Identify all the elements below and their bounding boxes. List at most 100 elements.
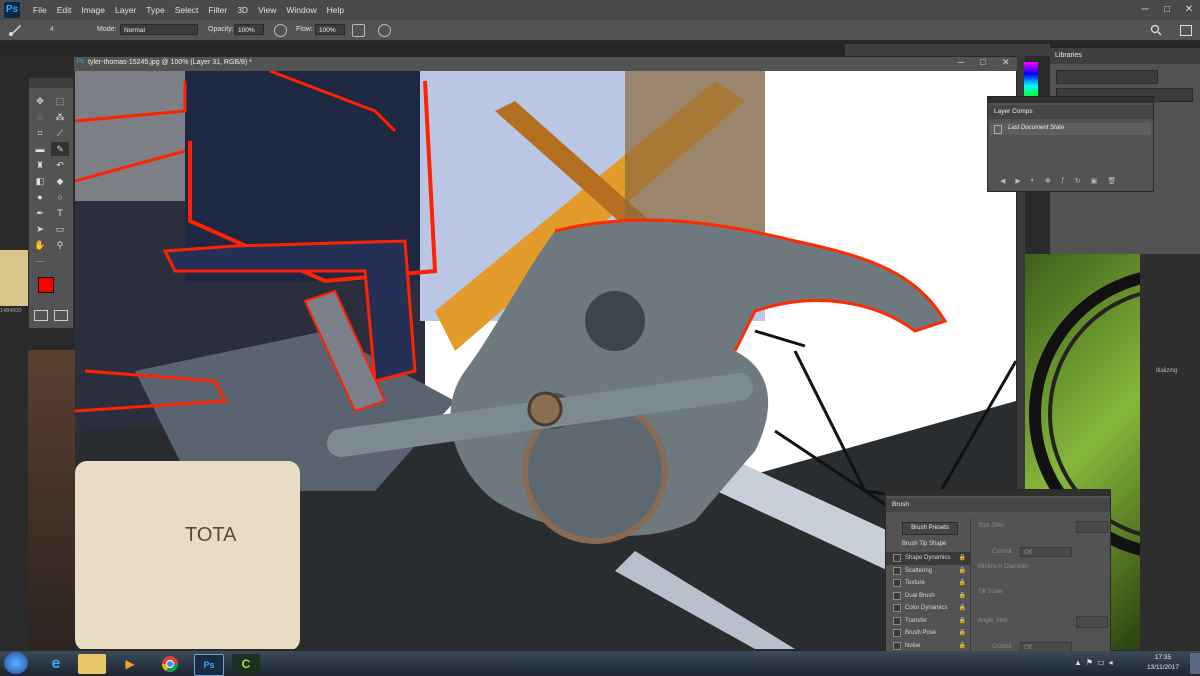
brush-presets-button[interactable]: Brush Presets xyxy=(902,522,958,535)
lock-icon[interactable]: 🔒 xyxy=(959,590,966,603)
quick-mask-icon[interactable] xyxy=(34,310,48,321)
lock-icon[interactable]: 🔒 xyxy=(959,577,966,590)
menu-select[interactable]: Select xyxy=(170,0,204,20)
opacity-input[interactable]: 100% xyxy=(234,24,264,35)
more-tools-icon[interactable]: ⋯ xyxy=(31,254,49,268)
checkbox-icon[interactable] xyxy=(893,566,901,575)
history-brush-icon[interactable]: ↶ xyxy=(51,158,69,172)
brush-option-dual-brush[interactable]: Dual Brush 🔒 xyxy=(886,590,970,603)
eyedropper-icon[interactable]: ⟋ xyxy=(51,126,69,140)
doc-close-button[interactable]: ✕ xyxy=(1002,57,1010,68)
shape-icon[interactable]: ▭ xyxy=(51,222,69,236)
menu-image[interactable]: Image xyxy=(76,0,110,20)
menu-3d[interactable]: 3D xyxy=(232,0,253,20)
visibility-comp-icon[interactable]: ◐ xyxy=(1031,177,1035,185)
menu-filter[interactable]: Filter xyxy=(203,0,232,20)
brush-option-scattering[interactable]: Scattering 🔒 xyxy=(886,565,970,578)
file-explorer-icon[interactable] xyxy=(78,654,106,674)
camtasia-icon[interactable]: C xyxy=(232,654,260,674)
brush-icon[interactable] xyxy=(8,23,22,37)
checkbox-icon[interactable] xyxy=(893,641,901,650)
control-select[interactable]: Off xyxy=(1020,547,1072,557)
new-comp-icon[interactable]: ▣ xyxy=(1091,177,1098,185)
healing-icon[interactable]: ▬ xyxy=(31,142,49,156)
checkbox-icon[interactable] xyxy=(893,591,901,600)
brush-size[interactable]: 4 xyxy=(50,20,53,40)
menu-window[interactable]: Window xyxy=(281,0,321,20)
appearance-comp-icon[interactable]: ƒ xyxy=(1061,177,1065,185)
zoom-icon[interactable]: ⚲ xyxy=(51,238,69,252)
checkbox-icon[interactable] xyxy=(893,616,901,625)
pressure-opacity-icon[interactable] xyxy=(274,24,287,37)
size-jitter-input[interactable] xyxy=(1076,521,1108,533)
menu-layer[interactable]: Layer xyxy=(110,0,141,20)
clone-stamp-icon[interactable]: ♜ xyxy=(31,158,49,172)
paint-bucket-icon[interactable]: ◆ xyxy=(51,174,69,188)
next-comp-icon[interactable]: ▶ xyxy=(1015,177,1020,185)
airbrush-icon[interactable] xyxy=(352,24,365,37)
doc-maximize-button[interactable]: □ xyxy=(980,57,985,67)
clock-date[interactable]: 13/11/2017 xyxy=(1140,664,1186,671)
brush-option-color-dynamics[interactable]: Color Dynamics 🔒 xyxy=(886,602,970,615)
photoshop-taskbar-icon[interactable]: Ps xyxy=(194,654,224,676)
lock-icon[interactable]: 🔒 xyxy=(959,565,966,578)
update-comp-icon[interactable]: ↻ xyxy=(1075,177,1081,185)
type-icon[interactable]: T xyxy=(51,206,69,220)
magic-wand-icon[interactable]: ⁂ xyxy=(51,110,69,124)
pressure-size-icon[interactable] xyxy=(378,24,391,37)
position-comp-icon[interactable]: ✥ xyxy=(1045,177,1051,185)
search-icon[interactable] xyxy=(1150,24,1162,36)
lasso-icon[interactable]: ◌ xyxy=(31,110,49,124)
menu-type[interactable]: Type xyxy=(141,0,169,20)
system-tray-icons[interactable]: ▲⚑▭◂ xyxy=(1074,658,1117,667)
eraser-icon[interactable]: ◧ xyxy=(31,174,49,188)
lock-icon[interactable]: 🔒 xyxy=(959,615,966,628)
blur-icon[interactable]: ● xyxy=(31,190,49,204)
hand-icon[interactable]: ✋ xyxy=(31,238,49,252)
menu-edit[interactable]: Edit xyxy=(52,0,77,20)
prev-comp-icon[interactable]: ◀ xyxy=(1000,177,1005,185)
crop-icon[interactable]: ⌗ xyxy=(31,126,49,140)
brush-tool-icon[interactable]: ✎ xyxy=(51,142,69,156)
checkbox-icon[interactable] xyxy=(893,579,901,588)
brush-option-shape-dynamics[interactable]: Shape Dynamics 🔒 xyxy=(886,552,970,565)
document-tab[interactable]: Ps tyler-thomas-15245.jpg @ 100% (Layer … xyxy=(73,56,1019,72)
brush-option-texture[interactable]: Texture 🔒 xyxy=(886,577,970,590)
minimize-button[interactable]: ─ xyxy=(1134,0,1156,20)
media-player-icon[interactable]: ▶ xyxy=(116,654,144,674)
lock-icon[interactable]: 🔒 xyxy=(959,627,966,640)
internet-explorer-icon[interactable]: e xyxy=(42,654,70,674)
foreground-color-swatch[interactable] xyxy=(38,277,54,293)
checkbox-icon[interactable] xyxy=(893,604,901,613)
maximize-button[interactable]: □ xyxy=(1156,0,1178,20)
start-button-icon[interactable] xyxy=(4,652,28,674)
doc-minimize-button[interactable]: ─ xyxy=(958,57,964,67)
menu-help[interactable]: Help xyxy=(322,0,349,20)
angle-jitter-input[interactable] xyxy=(1076,616,1108,628)
move-icon[interactable]: ✥ xyxy=(31,94,49,108)
close-button[interactable]: ✕ xyxy=(1178,0,1200,20)
marquee-icon[interactable]: ⬚ xyxy=(51,94,69,108)
delete-comp-icon[interactable]: 🗑 xyxy=(1107,177,1116,185)
lock-icon[interactable]: 🔒 xyxy=(959,552,966,565)
menu-file[interactable]: File xyxy=(28,0,52,20)
chrome-icon[interactable] xyxy=(156,654,184,674)
brush-option-transfer[interactable]: Transfer 🔒 xyxy=(886,615,970,628)
checkbox-icon[interactable] xyxy=(893,629,901,638)
checkbox-icon[interactable] xyxy=(893,554,901,563)
brush-option-brush-pose[interactable]: Brush Pose 🔒 xyxy=(886,627,970,640)
document-canvas[interactable]: TOTA xyxy=(75,71,1016,649)
screen-mode-icon[interactable] xyxy=(54,310,68,321)
layer-comp-row[interactable]: Last Document State xyxy=(990,123,1151,135)
pen-icon[interactable]: ✒ xyxy=(31,206,49,220)
clock-time[interactable]: 17:35 xyxy=(1148,654,1178,661)
workspace-icon[interactable] xyxy=(1180,25,1192,36)
library-select[interactable] xyxy=(1056,70,1158,84)
dodge-icon[interactable]: ○ xyxy=(51,190,69,204)
mode-select[interactable]: Normal xyxy=(120,24,198,35)
brush-tip-shape-item[interactable]: Brush Tip Shape xyxy=(902,541,946,547)
path-select-icon[interactable]: ➤ xyxy=(31,222,49,236)
flow-input[interactable]: 100% xyxy=(315,24,345,35)
show-desktop-button[interactable] xyxy=(1190,653,1200,674)
lock-icon[interactable]: 🔒 xyxy=(959,602,966,615)
